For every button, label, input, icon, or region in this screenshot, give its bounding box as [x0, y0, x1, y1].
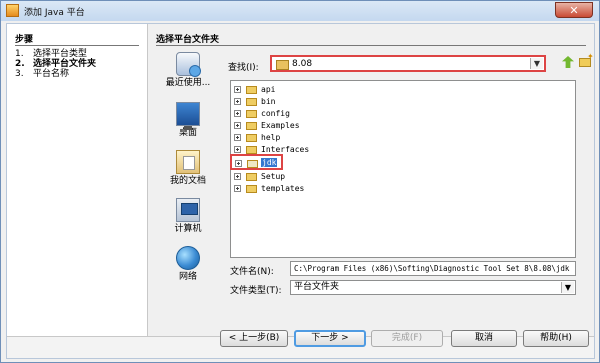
network-icon [176, 246, 200, 270]
list-item[interactable]: templates [234, 183, 394, 195]
list-item[interactable]: bin [234, 96, 394, 108]
file-name: templates [261, 184, 305, 193]
file-name: config [261, 109, 290, 118]
list-item[interactable]: Examples [234, 120, 394, 132]
steps-panel: 步骤 1. 选择平台类型 2. 选择平台文件夹 3. 平台名称 [7, 24, 148, 336]
step-number: 3. [15, 69, 24, 79]
step-label: 平台名称 [33, 69, 70, 79]
step-number: 2. [15, 59, 25, 69]
folder-icon [246, 146, 257, 154]
close-button[interactable]: ✕ [555, 2, 593, 18]
place-computer[interactable]: 计算机 [158, 198, 218, 242]
computer-icon [176, 198, 200, 222]
step-label: 选择平台类型 [33, 49, 88, 59]
list-item[interactable]: api [234, 84, 394, 96]
file-name: Examples [261, 121, 300, 130]
step-item-platform-type: 1. 选择平台类型 [15, 49, 96, 59]
place-desktop[interactable]: 桌面 [158, 102, 218, 146]
expand-icon[interactable] [234, 110, 241, 117]
place-documents[interactable]: 我的文档 [158, 150, 218, 194]
file-name-label: 文件名(N): [230, 267, 274, 277]
app-icon [6, 4, 19, 17]
back-button[interactable]: < 上一步(B) [220, 330, 288, 347]
folder-icon [246, 173, 257, 181]
folder-icon [246, 134, 257, 142]
folder-icon [246, 86, 257, 94]
up-folder-icon[interactable] [562, 56, 574, 68]
file-list[interactable]: api bin config Examples help Interfaces … [230, 80, 576, 258]
new-folder-icon[interactable] [579, 52, 594, 67]
place-network[interactable]: 网络 [158, 246, 218, 290]
place-label: 计算机 [174, 224, 202, 234]
cancel-button[interactable]: 取消 [451, 330, 517, 347]
places-bar: 最近使用... 桌面 我的文档 计算机 网络 [158, 52, 218, 292]
folder-icon [246, 122, 257, 130]
file-name: bin [261, 97, 276, 106]
look-in-select[interactable]: 8.08 ▼ [270, 55, 546, 72]
list-item[interactable]: help [234, 132, 394, 144]
recent-icon [176, 52, 201, 77]
content-heading: 选择平台文件夹 [156, 35, 220, 45]
folder-icon [246, 110, 257, 118]
place-label: 最近使用... [165, 78, 211, 88]
documents-icon [176, 150, 200, 174]
file-type-value: 平台文件夹 [294, 282, 340, 292]
dialog-body: 步骤 1. 选择平台类型 2. 选择平台文件夹 3. 平台名称 选择平台文件夹 最近使… [6, 23, 595, 359]
list-item[interactable]: Setup [234, 171, 394, 183]
step-number: 1. [15, 49, 24, 59]
file-name: api [261, 85, 276, 94]
add-java-platform-dialog: 添加 Java 平台 ✕ 步骤 1. 选择平台类型 2. 选择平台文件夹 3. 平台名… [0, 0, 600, 363]
look-in-label: 查找(I): [228, 63, 259, 73]
content-divider [156, 45, 586, 46]
expand-icon[interactable] [234, 185, 241, 192]
content-panel: 选择平台文件夹 最近使用... 桌面 我的文档 计算机 网络 查找(I): 8.… [148, 24, 594, 336]
expand-icon[interactable] [234, 134, 241, 141]
expand-icon[interactable] [234, 122, 241, 129]
expand-icon[interactable] [235, 160, 242, 167]
expand-icon[interactable] [234, 86, 241, 93]
file-name: Interfaces [261, 145, 310, 154]
file-name: help [261, 133, 281, 142]
look-in-value: 8.08 [292, 59, 313, 69]
folder-icon [246, 185, 257, 193]
chevron-down-icon[interactable]: ▼ [561, 282, 574, 293]
finish-button[interactable]: 完成(F) [371, 330, 443, 347]
file-type-select[interactable]: 平台文件夹 ▼ [290, 280, 576, 295]
folder-icon [247, 160, 258, 168]
file-name: Setup [261, 172, 286, 181]
steps-heading: 步骤 [15, 35, 34, 45]
expand-icon[interactable] [234, 173, 241, 180]
place-label: 我的文档 [169, 176, 206, 186]
file-name: jdk [261, 158, 278, 167]
folder-icon [246, 98, 257, 106]
list-item-selected[interactable]: jdk [230, 154, 283, 170]
step-item-platform-folder: 2. 选择平台文件夹 [15, 59, 96, 69]
folder-icon [276, 60, 289, 70]
step-label: 选择平台文件夹 [33, 59, 97, 69]
chevron-down-icon[interactable]: ▼ [530, 58, 543, 69]
step-item-platform-name: 3. 平台名称 [15, 69, 96, 79]
desktop-icon [176, 102, 200, 130]
file-type-label: 文件类型(T): [230, 286, 282, 296]
list-item[interactable]: config [234, 108, 394, 120]
steps-divider [15, 45, 139, 46]
title-bar[interactable]: 添加 Java 平台 ✕ [1, 1, 599, 21]
expand-icon[interactable] [234, 98, 241, 105]
steps-list: 1. 选择平台类型 2. 选择平台文件夹 3. 平台名称 [15, 49, 96, 79]
help-button[interactable]: 帮助(H) [523, 330, 589, 347]
expand-icon[interactable] [234, 146, 241, 153]
place-label: 网络 [178, 272, 197, 282]
place-recent[interactable]: 最近使用... [158, 52, 218, 96]
next-button[interactable]: 下一步 > [294, 330, 366, 347]
window-title: 添加 Java 平台 [24, 8, 85, 18]
file-name-field[interactable]: C:\Program Files (x86)\Softing\Diagnosti… [290, 261, 576, 276]
